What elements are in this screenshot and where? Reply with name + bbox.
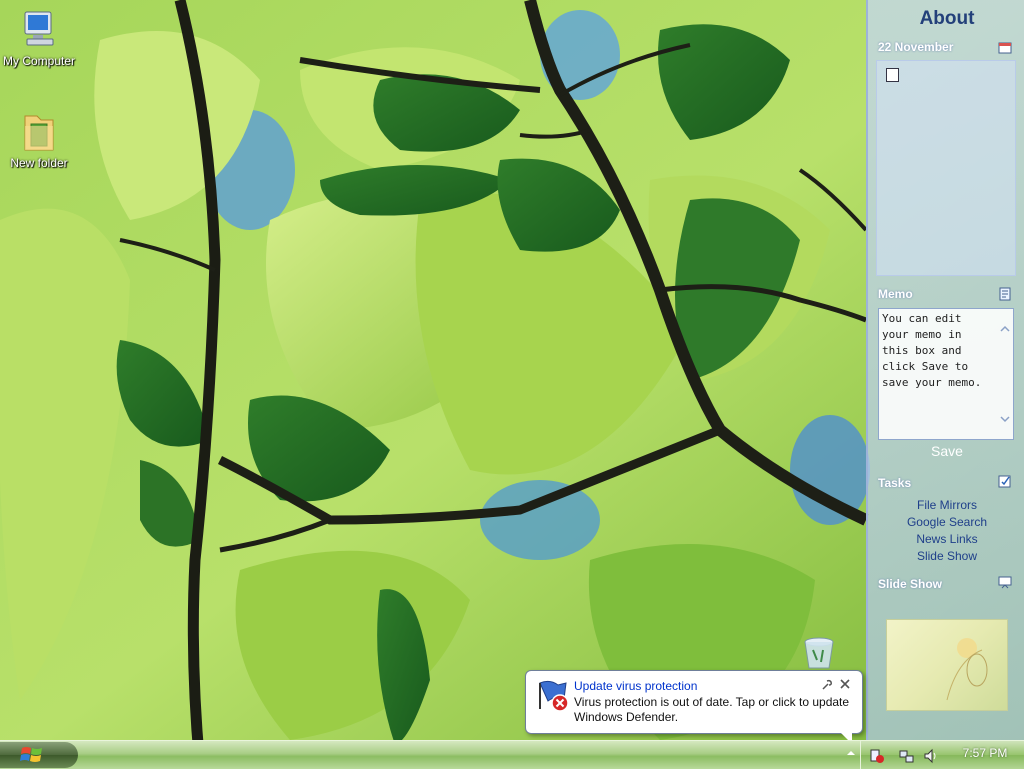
desktop-icon-my-computer[interactable]: My Computer xyxy=(0,8,79,68)
scroll-up-icon[interactable] xyxy=(1000,323,1010,333)
notification-body[interactable]: Virus protection is out of date. Tap or … xyxy=(574,695,856,725)
calendar-header: 22 November xyxy=(878,40,954,54)
sidebar: About 22 November Memo You can edit your… xyxy=(866,0,1024,740)
scroll-down-icon[interactable] xyxy=(1000,413,1010,423)
memo-header: Memo xyxy=(878,287,913,301)
memo-icon[interactable] xyxy=(998,287,1012,301)
calendar-panel xyxy=(876,60,1016,276)
recycle-bin-icon[interactable] xyxy=(801,636,837,670)
computer-icon xyxy=(19,8,59,52)
tasks-icon[interactable] xyxy=(998,474,1012,488)
desktop-icon-label: My Computer xyxy=(2,54,76,68)
start-button[interactable] xyxy=(0,742,78,768)
task-link-news-links[interactable]: News Links xyxy=(868,532,1024,546)
folder-icon xyxy=(19,110,59,154)
desktop-icon-new-folder[interactable]: New folder xyxy=(0,110,79,170)
taskbar xyxy=(0,740,1024,769)
task-link-slide-show[interactable]: Slide Show xyxy=(868,549,1024,563)
notification-title[interactable]: Update virus protection xyxy=(574,679,697,693)
task-link-google-search[interactable]: Google Search xyxy=(868,515,1024,529)
close-icon[interactable] xyxy=(838,677,852,691)
network-icon[interactable] xyxy=(899,748,915,764)
windows-logo-icon xyxy=(20,744,44,766)
defender-warning-icon xyxy=(536,679,570,713)
volume-icon[interactable] xyxy=(923,748,939,764)
calendar-icon[interactable] xyxy=(998,40,1012,54)
memo-textarea[interactable]: You can edit your memo in this box and c… xyxy=(878,308,1014,440)
notification-balloon[interactable]: Update virus protection Virus protection… xyxy=(525,670,863,734)
slideshow-image[interactable] xyxy=(886,619,1008,711)
tasks-header: Tasks xyxy=(878,476,912,490)
task-link-file-mirrors[interactable]: File Mirrors xyxy=(868,498,1024,512)
taskbar-clock[interactable]: 7:57 PM xyxy=(960,746,1010,760)
desktop-icon-label: New folder xyxy=(10,156,68,170)
chevron-up-icon[interactable] xyxy=(846,747,856,759)
slideshow-icon[interactable] xyxy=(998,575,1012,589)
sidebar-title: About xyxy=(919,8,975,29)
note-icon[interactable] xyxy=(886,68,899,82)
wrench-icon[interactable] xyxy=(821,679,833,691)
save-button[interactable]: Save xyxy=(908,443,986,459)
memo-text: You can edit your memo in this box and c… xyxy=(882,312,982,389)
slideshow-header: Slide Show xyxy=(878,577,943,591)
defender-tray-icon[interactable] xyxy=(869,748,885,764)
